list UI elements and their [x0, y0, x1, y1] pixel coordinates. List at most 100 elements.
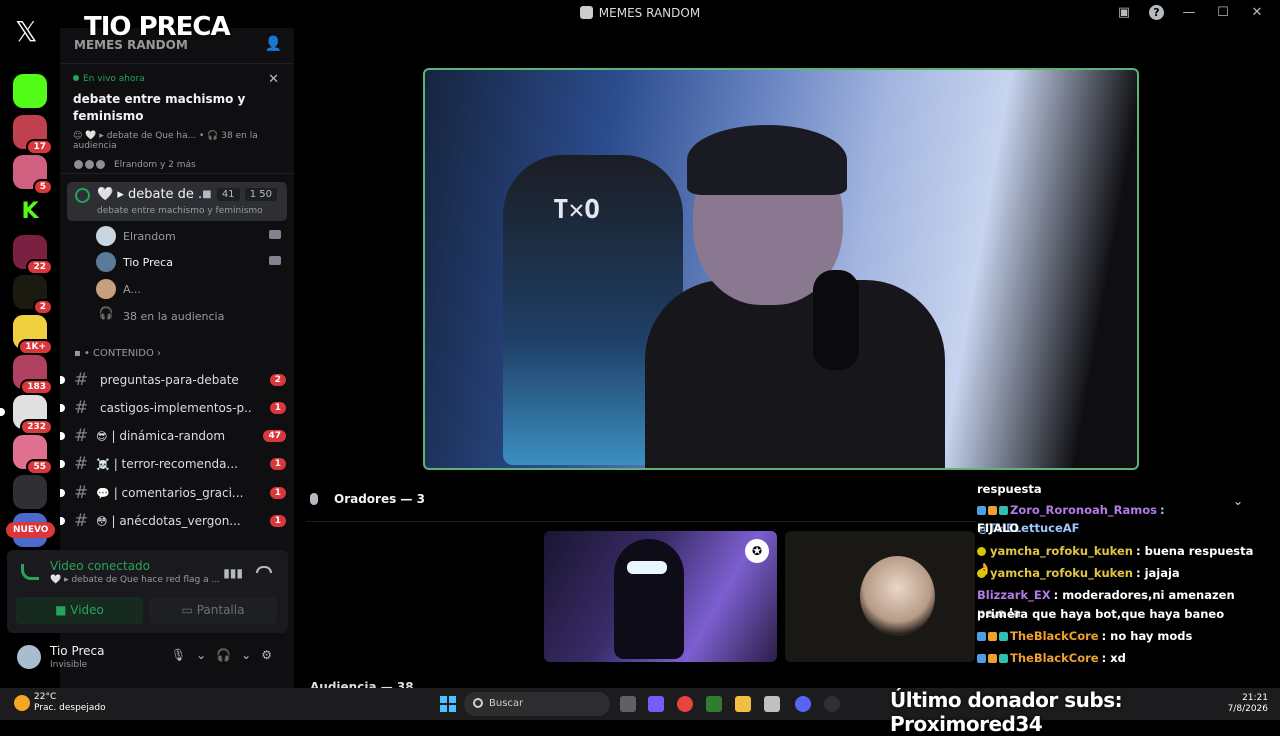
badge-icon	[988, 506, 997, 515]
gear-icon[interactable]: ⚙	[261, 648, 272, 662]
server-avatar-2[interactable]: 5	[13, 155, 53, 195]
sun-icon	[14, 695, 30, 711]
server-badge: 183	[20, 379, 53, 395]
discord-icon[interactable]	[795, 696, 811, 712]
mention-badge: 1	[269, 402, 286, 414]
server-icon	[579, 6, 593, 19]
invite-icon[interactable]: 👤	[265, 36, 282, 52]
user-name[interactable]: Tio Preca	[50, 644, 104, 658]
signal-icon[interactable]	[21, 564, 39, 580]
donation-ticker: Último donador subs: Proximored34	[890, 688, 1123, 736]
voice-member[interactable]: Tio Preca	[96, 251, 281, 273]
copilot-icon[interactable]	[648, 696, 664, 712]
search-icon	[473, 698, 483, 708]
chevron-down-icon[interactable]: ⌄	[196, 648, 206, 662]
category-header[interactable]: ▪ • CONTENIDO ›	[74, 348, 161, 359]
speaker-video-tile[interactable]: ✪	[544, 531, 777, 662]
channel-item[interactable]: # castigos-implementos-p... 1	[60, 396, 286, 420]
avatar	[96, 252, 116, 272]
minecraft-icon[interactable]	[706, 696, 722, 712]
badge-icon	[988, 632, 997, 641]
channel-item[interactable]: # 😎 | dinámica-random 47	[60, 424, 286, 448]
server-avatar-7[interactable]: 232	[0, 395, 53, 435]
file-explorer-icon[interactable]	[735, 696, 751, 712]
camera-icon	[269, 230, 281, 239]
live-now-label: En vivo ahora	[73, 74, 283, 84]
inbox-icon[interactable]: ▣	[1115, 5, 1133, 20]
server-badge: 1K+	[18, 339, 53, 355]
video-microphone	[813, 270, 859, 370]
server-avatar-6[interactable]: 183	[13, 355, 53, 395]
main-video-tile[interactable]: T✕O	[423, 68, 1139, 470]
x-logo-icon[interactable]: 𝕏	[15, 15, 38, 48]
new-badge: NUEVO	[6, 522, 56, 538]
server-badge: 232	[20, 419, 53, 435]
disconnect-icon[interactable]	[256, 566, 272, 573]
store-icon[interactable]	[764, 696, 780, 712]
channel-item[interactable]: # preguntas-para-debate 2	[60, 368, 286, 392]
chrome-icon[interactable]	[677, 696, 693, 712]
headphones-icon[interactable]: 🎧	[216, 648, 231, 662]
server-kick[interactable]	[13, 74, 47, 108]
close-icon[interactable]: ✕	[1248, 5, 1266, 20]
screen-share-button[interactable]: ▭ Pantalla	[149, 597, 277, 624]
unread-pip	[60, 517, 65, 525]
badge-icon	[988, 654, 997, 663]
unread-pip	[60, 376, 65, 384]
server-kick-2[interactable]: K	[13, 195, 47, 229]
voice-channel-link[interactable]: 🤍 ▸ debate de Que hace red flag a ...	[50, 575, 220, 585]
voice-channel[interactable]: 🤍 ▸ debate de ... ■ 41 1 50 debate entre…	[67, 182, 287, 221]
help-icon[interactable]: ?	[1149, 5, 1164, 20]
server-avatar-3[interactable]: 22	[13, 235, 53, 275]
badge-icon	[999, 632, 1008, 641]
video-button[interactable]: ■ Video	[16, 597, 143, 624]
badge-icon	[999, 506, 1008, 515]
headphones-icon: 🎧	[98, 306, 114, 320]
voice-member[interactable]: Elrandom	[96, 225, 281, 247]
unread-pip	[60, 460, 65, 468]
voice-member[interactable]: A...	[96, 278, 281, 300]
audience-count[interactable]: 🎧 38 en la audiencia	[96, 305, 281, 327]
voice-status[interactable]: Video conectado	[50, 559, 150, 573]
chat-message: primera que haya bot,que haya baneo	[977, 607, 1225, 621]
video-glasses	[627, 561, 667, 574]
soundboard-icon[interactable]: ▮▮▮	[223, 566, 243, 580]
task-view-icon[interactable]	[620, 696, 636, 712]
channel-item[interactable]: # ☠️ | terror-recomenda... 1	[60, 452, 286, 476]
channel-item[interactable]: # 💬 | comentarios_graci... 1	[60, 481, 286, 505]
windows-start-icon[interactable]	[440, 696, 456, 712]
server-avatar-5[interactable]: 1K+	[13, 315, 53, 355]
server-avatar-9[interactable]	[13, 475, 47, 509]
chat-message: TheBlackCore: no hay mods	[977, 627, 1257, 645]
badge-icon	[977, 569, 986, 578]
taskbar-search[interactable]: Buscar	[464, 692, 610, 716]
video-person	[614, 539, 684, 659]
avatar[interactable]	[17, 645, 41, 669]
avatar	[95, 159, 106, 170]
server-avatar-4[interactable]: 2	[13, 275, 53, 315]
minimize-icon[interactable]: —	[1180, 5, 1198, 20]
obs-icon[interactable]	[824, 696, 840, 712]
server-avatar-1[interactable]: 17	[13, 115, 53, 155]
close-icon[interactable]: ✕	[268, 72, 279, 87]
stream-chat-overlay: ⌄ respuesta Zoro_Roronoah_Ramos: @THELet…	[977, 480, 1257, 670]
microphone-icon[interactable]: 🎙	[171, 648, 186, 662]
chat-message: TheBlackCore: xd	[977, 649, 1257, 667]
channel-item[interactable]: # 😳 | anécdotas_vergon... 1	[60, 509, 286, 533]
badge-icon	[999, 654, 1008, 663]
weather-widget[interactable]: 22°C Prac. despejado	[14, 692, 106, 714]
chat-message: respuesta	[977, 482, 1042, 496]
live-now-card[interactable]: En vivo ahora debate entre machismo y fe…	[73, 72, 283, 170]
chevron-down-icon[interactable]: ⌄	[241, 648, 251, 662]
camera-icon	[269, 256, 281, 265]
voice-channel-topic: debate entre machismo y feminismo	[97, 206, 263, 216]
maximize-icon[interactable]: ☐	[1214, 5, 1232, 20]
chair-logo-icon: T✕O	[553, 195, 600, 225]
avatar	[96, 279, 116, 299]
speaker-avatar-tile[interactable]	[785, 531, 975, 662]
avatar	[84, 159, 95, 170]
avatar	[860, 556, 935, 636]
voice-connected-panel: Video conectado 🤍 ▸ debate de Que hace r…	[7, 550, 288, 633]
server-avatar-8[interactable]: 55	[13, 435, 53, 475]
hash-icon: #	[74, 426, 89, 446]
